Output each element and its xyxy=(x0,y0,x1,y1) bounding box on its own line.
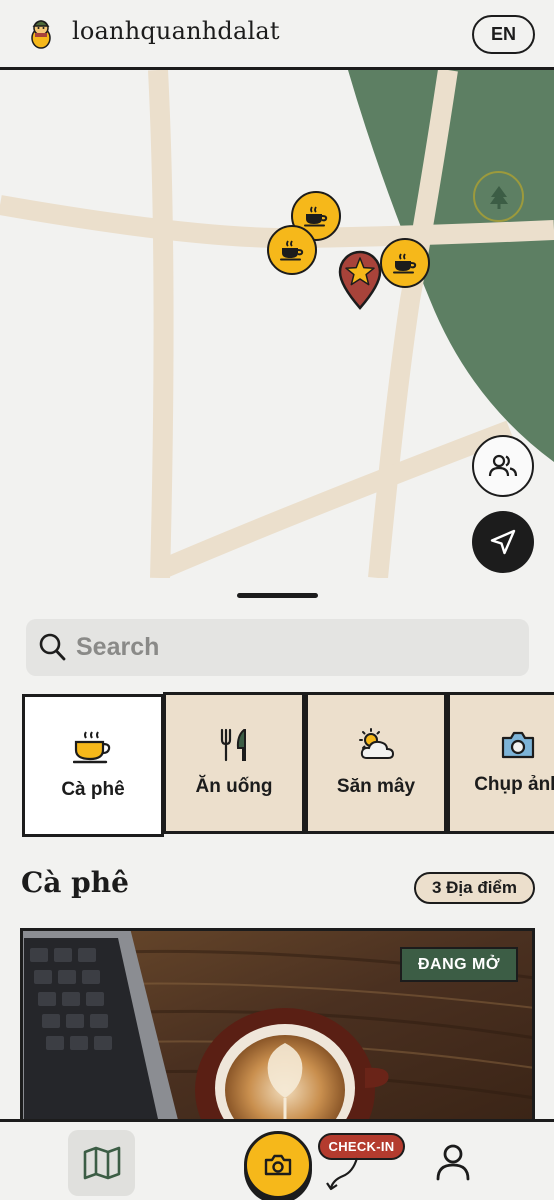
friends-button[interactable] xyxy=(472,435,534,497)
category-label: Cà phê xyxy=(61,778,125,800)
category-label: Chụp ảnh xyxy=(474,774,554,795)
star-marker-icon[interactable] xyxy=(336,249,384,311)
coffee-cup-icon xyxy=(73,730,111,763)
location-count-badge: 3 Địa điểm xyxy=(414,872,535,904)
nav-map-tab[interactable] xyxy=(68,1130,135,1196)
category-tab-food[interactable]: Ăn uống xyxy=(163,692,305,834)
category-label: Ăn uống xyxy=(195,776,273,797)
locate-me-button[interactable] xyxy=(472,511,534,573)
app-header: loanhquanhdalat EN xyxy=(0,0,554,70)
mascot-logo-icon[interactable] xyxy=(26,16,56,50)
coffee-poi-marker[interactable] xyxy=(267,225,317,275)
forest-layer-button[interactable] xyxy=(473,171,524,222)
category-tab-coffee[interactable]: Cà phê xyxy=(22,694,164,837)
brand-name: loanhquanhdalat xyxy=(72,17,280,45)
search-icon xyxy=(39,633,66,661)
language-toggle-button[interactable]: EN xyxy=(472,15,535,54)
coffee-icon xyxy=(280,240,304,261)
fork-knife-icon xyxy=(220,728,246,762)
category-label: Săn mây xyxy=(336,776,416,797)
camera-icon xyxy=(501,731,535,759)
coffee-poi-marker[interactable] xyxy=(380,238,430,288)
map-view[interactable] xyxy=(0,70,554,578)
section-title: Cà phê xyxy=(21,866,129,899)
sheet-drag-handle[interactable] xyxy=(237,593,318,598)
search-bar[interactable] xyxy=(26,619,529,676)
map-icon xyxy=(83,1146,120,1180)
coffee-icon xyxy=(393,253,417,274)
category-row: Cà phê Ăn uống Săn mây Chụp ảnh xyxy=(22,692,554,838)
category-tab-photo[interactable]: Chụp ảnh xyxy=(447,692,554,834)
camera-icon xyxy=(264,1154,292,1176)
search-input[interactable] xyxy=(76,619,516,676)
navigate-icon xyxy=(490,529,516,555)
map-base xyxy=(0,70,554,578)
profile-icon xyxy=(436,1144,470,1181)
coffee-icon xyxy=(304,206,328,227)
place-card[interactable]: ĐANG MỞ xyxy=(20,928,535,1120)
nav-camera-button[interactable] xyxy=(244,1131,312,1199)
bottom-sheet: Cà phê Ăn uống Săn mây Chụp ảnh Cà p xyxy=(0,578,554,1120)
category-tab-cloud-hunting[interactable]: Săn mây xyxy=(305,692,447,834)
bottom-navigation: CHECK-IN xyxy=(0,1119,554,1200)
sun-cloud-icon xyxy=(359,728,395,759)
nav-profile-tab[interactable] xyxy=(430,1139,476,1185)
open-status-badge: ĐANG MỞ xyxy=(400,947,518,982)
group-icon xyxy=(488,454,518,477)
tree-icon xyxy=(489,185,508,209)
curved-arrow-icon xyxy=(326,1157,359,1191)
